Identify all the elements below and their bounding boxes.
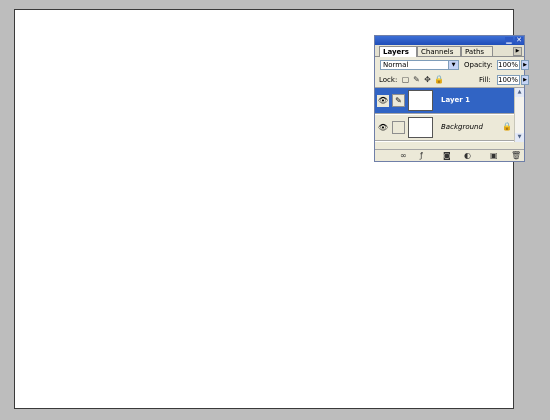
layer-row-background[interactable]: 👁 Background 🔒 — [375, 115, 516, 141]
lock-all-icon[interactable]: 🔒 — [434, 75, 444, 84]
lock-label: Lock: — [379, 76, 398, 84]
layer-thumbnail — [408, 90, 433, 111]
fill-field[interactable]: 100% — [497, 75, 520, 85]
opacity-field[interactable]: 100% — [497, 60, 520, 70]
fill-label: Fill: — [479, 76, 491, 84]
tab-paths[interactable]: Paths — [461, 46, 493, 56]
close-icon[interactable]: ✕ — [515, 37, 523, 44]
lock-transparency-icon[interactable]: ▢ — [401, 75, 410, 84]
adjustment-icon[interactable]: ◐ — [464, 151, 471, 160]
layer-style-icon[interactable]: ƒ — [420, 151, 423, 160]
layer-thumbnail — [408, 117, 433, 138]
opacity-slider-icon[interactable]: ▶ — [521, 60, 529, 70]
blend-mode-select[interactable]: Normal ▼ — [380, 60, 459, 70]
scroll-down-icon[interactable]: ▼ — [515, 133, 524, 142]
layer-row-layer1[interactable]: 👁 ✎ Layer 1 — [375, 88, 516, 114]
layers-list: 👁 ✎ Layer 1 👁 Background 🔒 ▲ ▼ — [375, 88, 524, 142]
brush-icon[interactable]: ✎ — [392, 94, 405, 107]
link-box[interactable] — [392, 121, 405, 134]
fill-slider-icon[interactable]: ▶ — [521, 75, 529, 85]
blend-mode-value: Normal — [383, 61, 409, 69]
layers-panel: ▁ ✕ Layers Channels Paths ▶ Normal ▼ Opa… — [374, 35, 529, 162]
trash-icon[interactable]: 🗑 — [511, 151, 521, 160]
layers-scrollbar[interactable]: ▲ ▼ — [514, 88, 524, 142]
lock-icon: 🔒 — [502, 122, 512, 131]
layer-name: Layer 1 — [441, 96, 471, 104]
panel-titlebar[interactable]: ▁ ✕ — [375, 36, 524, 45]
minimize-icon[interactable]: ▁ — [505, 37, 513, 44]
new-layer-icon[interactable]: ▣ — [490, 151, 498, 160]
panel-tabs: Layers Channels Paths ▶ — [375, 45, 524, 57]
blend-row: Normal ▼ Opacity: 100% ▶ — [375, 57, 529, 72]
eye-icon[interactable]: 👁 — [377, 122, 389, 134]
panel-menu-icon[interactable]: ▶ — [513, 47, 522, 56]
lock-move-icon[interactable]: ✥ — [423, 75, 432, 84]
link-layers-icon[interactable]: ∞ — [400, 151, 407, 160]
chevron-down-icon[interactable]: ▼ — [448, 61, 458, 69]
lock-row: Lock: ▢ ✎ ✥ 🔒 Fill: 100% ▶ — [375, 72, 529, 88]
opacity-label: Opacity: — [464, 61, 493, 69]
lock-paint-icon[interactable]: ✎ — [412, 75, 421, 84]
tab-channels[interactable]: Channels — [417, 46, 461, 56]
layer-name: Background — [441, 123, 483, 131]
tab-layers[interactable]: Layers — [379, 46, 417, 57]
eye-icon[interactable]: 👁 — [377, 95, 389, 107]
scroll-up-icon[interactable]: ▲ — [515, 88, 524, 97]
panel-footer: ∞ ƒ ◙ ◐ ▣ 🗑 — [375, 149, 524, 161]
mask-icon[interactable]: ◙ — [443, 151, 451, 160]
